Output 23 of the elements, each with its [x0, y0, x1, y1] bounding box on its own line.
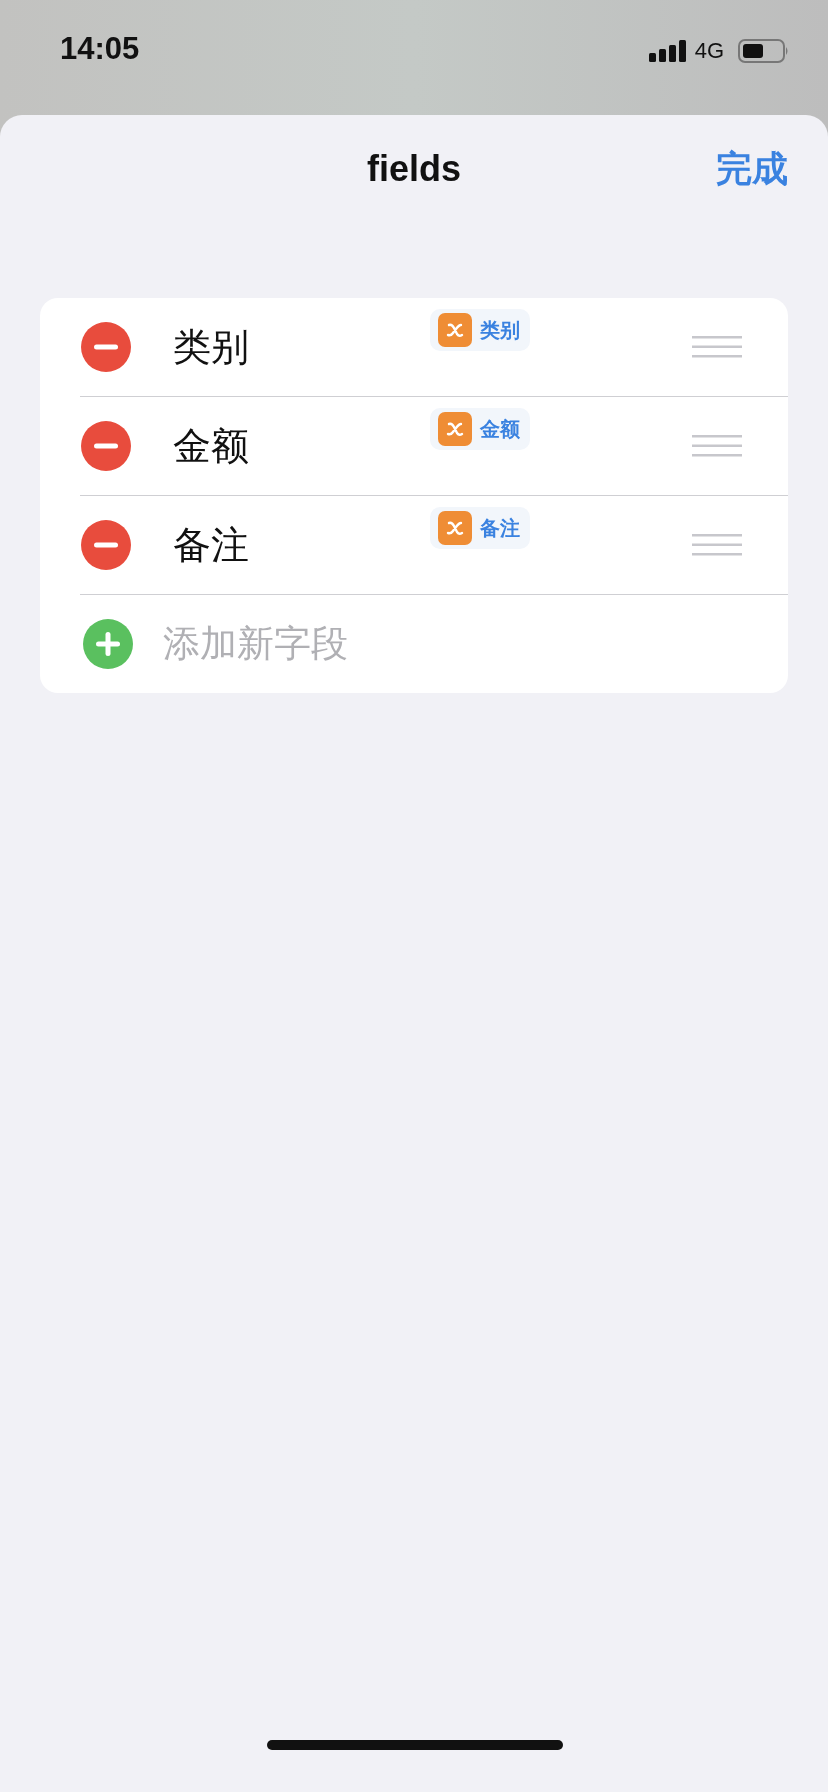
variable-icon	[438, 313, 472, 347]
drag-handle-icon[interactable]	[692, 335, 742, 359]
drag-handle-icon[interactable]	[692, 533, 742, 557]
field-name[interactable]: 类别	[173, 321, 249, 373]
delete-icon[interactable]	[81, 520, 131, 570]
delete-icon[interactable]	[81, 322, 131, 372]
status-time: 14:05	[60, 31, 140, 67]
add-icon[interactable]	[83, 619, 133, 669]
battery-icon	[738, 39, 790, 63]
variable-icon	[438, 412, 472, 446]
variable-chip[interactable]: 备注	[430, 507, 530, 549]
done-button[interactable]: 完成	[716, 145, 788, 194]
field-name[interactable]: 金额	[173, 420, 249, 472]
variable-icon	[438, 511, 472, 545]
sheet-title: fields	[367, 148, 461, 190]
signal-icon	[648, 40, 687, 62]
drag-handle-icon[interactable]	[692, 434, 742, 458]
variable-chip[interactable]: 金额	[430, 408, 530, 450]
add-field-button[interactable]: 添加新字段	[163, 619, 348, 669]
variable-chip[interactable]: 类别	[430, 309, 530, 351]
field-name[interactable]: 备注	[173, 519, 249, 571]
delete-icon[interactable]	[81, 421, 131, 471]
network-label: 4G	[694, 38, 724, 64]
